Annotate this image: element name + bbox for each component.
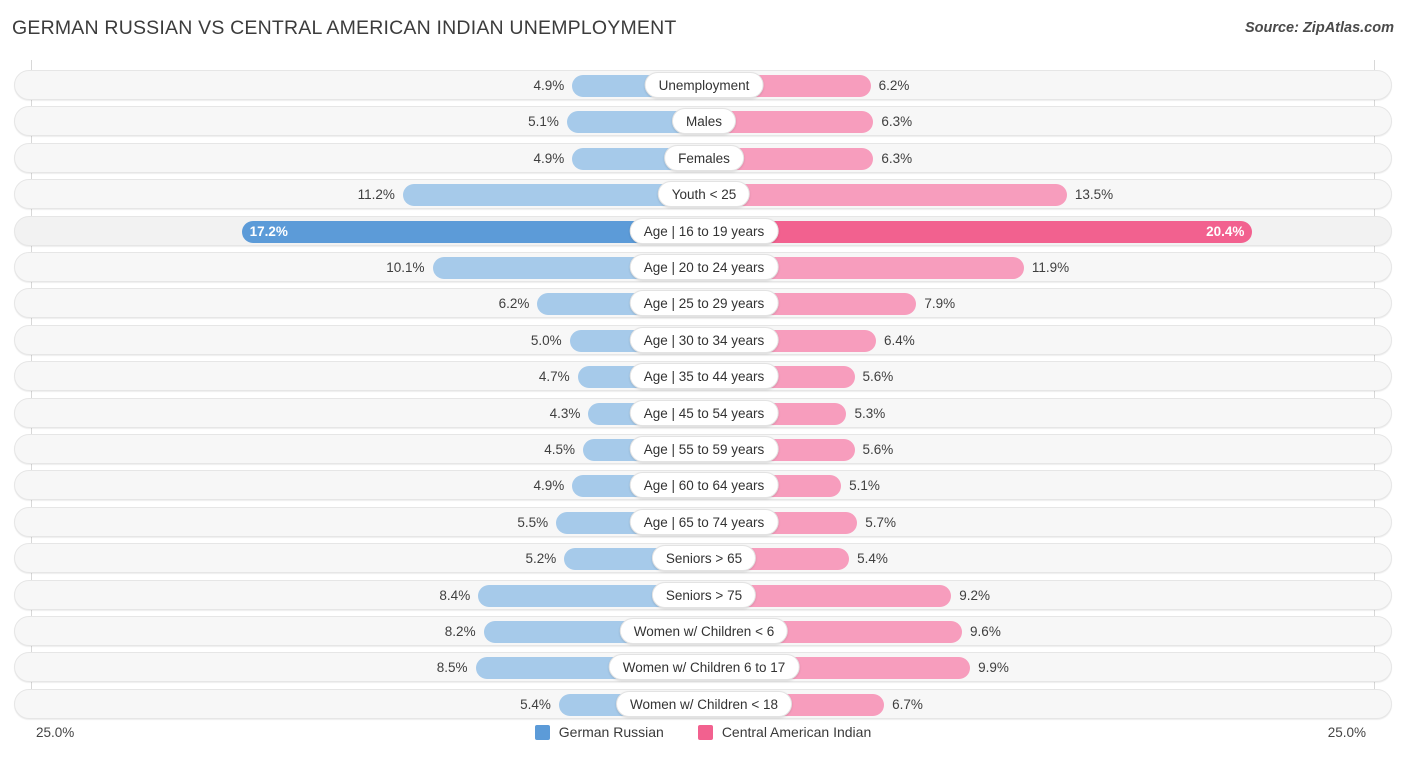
value-label-left: 5.0% [530,332,562,348]
table-row[interactable]: 4.5% 5.6% Age | 55 to 59 years [14,434,1392,464]
category-label-pill[interactable]: Age | 25 to 29 years [629,290,779,317]
table-row[interactable]: 5.0% 6.4% Age | 30 to 34 years [14,324,1392,355]
legend-item[interactable]: German Russian [534,724,664,740]
value-label-right: 6.3% [881,150,913,166]
category-label-pill[interactable]: Males [671,108,737,135]
value-label-right: 6.3% [881,114,913,130]
category-label-pill[interactable]: Unemployment [644,72,764,98]
category-label-pill[interactable]: Age | 60 to 64 years [629,472,779,499]
value-label-right: 5.6% [862,442,894,457]
legend-item[interactable]: Central American Indian [697,724,872,740]
value-label-right: 9.2% [959,587,991,603]
value-label-right: 6.4% [884,332,915,348]
legend-label: Central American Indian [721,724,872,740]
table-row[interactable]: 6.2% 7.9% Age | 25 to 29 years [14,288,1392,319]
category-label-pill[interactable]: Age | 55 to 59 years [629,436,779,462]
value-label-right: 5.6% [862,369,894,385]
bar-central-american-indian [704,184,1067,207]
value-label-left: 5.4% [520,696,551,712]
legend-label: German Russian [558,724,664,740]
category-label-pill[interactable]: Women w/ Children < 18 [616,690,792,717]
category-label-pill[interactable]: Age | 20 to 24 years [629,254,779,280]
category-label-pill[interactable]: Age | 65 to 74 years [629,508,779,535]
legend-swatch-icon [697,724,713,740]
value-label-right: 13.5% [1074,187,1114,203]
category-label-pill[interactable]: Women w/ Children < 6 [619,618,789,644]
value-label-left: 5.5% [517,514,549,530]
chart-footer: 25.0% 25.0% German Russian Central Americ… [0,718,1406,757]
value-label-left: 4.9% [533,478,565,494]
chart-legend: German Russian Central American Indian [0,724,1406,740]
category-label-pill[interactable]: Youth < 25 [657,181,751,208]
category-label-pill[interactable]: Seniors > 65 [651,545,757,572]
value-label-left: 4.7% [538,369,570,385]
value-label-left: 4.5% [544,442,576,457]
value-label-right: 20.4% [1206,223,1245,239]
value-label-left: 17.2% [249,223,288,239]
page-title: GERMAN RUSSIAN VS CENTRAL AMERICAN INDIA… [12,17,677,39]
category-label-pill[interactable]: Females [664,144,744,171]
table-row[interactable]: 8.5% 9.9% Women w/ Children 6 to 17 [14,652,1392,683]
table-row[interactable]: 5.4% 6.7% Women w/ Children < 18 [14,688,1392,719]
table-row[interactable]: 5.2% 5.4% Seniors > 65 [14,543,1392,574]
value-label-left: 8.5% [436,660,468,676]
table-row[interactable]: 5.1% 6.3% Males [14,106,1392,137]
table-row[interactable]: 17.2% 20.4% Age | 16 to 19 years [14,215,1392,246]
value-label-right: 9.9% [978,660,1009,676]
source-attribution: Source: ZipAtlas.com [1244,20,1394,36]
table-row[interactable]: 5.5% 5.7% Age | 65 to 74 years [14,506,1392,537]
table-row[interactable]: 11.2% 13.5% Youth < 25 [14,179,1392,210]
value-label-right: 11.9% [1031,260,1070,275]
table-row[interactable]: 4.9% 5.1% Age | 60 to 64 years [14,470,1392,501]
value-label-right: 5.4% [857,551,888,567]
value-label-right: 6.2% [878,78,910,93]
value-label-left: 4.9% [533,150,565,166]
value-label-right: 6.7% [892,696,923,712]
value-label-left: 4.9% [533,78,565,93]
value-label-left: 6.2% [498,296,530,312]
value-label-right: 5.3% [854,405,886,421]
value-label-left: 10.1% [386,260,425,275]
value-label-left: 5.2% [525,551,557,567]
value-label-right: 7.9% [924,296,956,312]
category-label-pill[interactable]: Age | 35 to 44 years [629,363,779,390]
table-row[interactable]: 10.1% 11.9% Age | 20 to 24 years [14,252,1392,282]
chart-header: GERMAN RUSSIAN VS CENTRAL AMERICAN INDIA… [0,0,1406,58]
table-row[interactable]: 4.9% 6.2% Unemployment [14,70,1392,100]
table-row[interactable]: 8.2% 9.6% Women w/ Children < 6 [14,616,1392,646]
legend-swatch-icon [534,724,550,740]
value-label-left: 4.3% [549,405,581,421]
table-row[interactable]: 4.7% 5.6% Age | 35 to 44 years [14,361,1392,392]
value-label-left: 8.4% [439,587,471,603]
category-label-pill[interactable]: Women w/ Children 6 to 17 [608,654,800,681]
bar-central-american-indian [704,220,1253,243]
category-label-pill[interactable]: Age | 30 to 34 years [629,326,779,353]
table-row[interactable]: 8.4% 9.2% Seniors > 75 [14,579,1392,610]
value-label-right: 5.7% [865,514,896,530]
value-label-left: 8.2% [444,624,476,639]
value-label-left: 5.1% [528,114,559,130]
table-row[interactable]: 4.3% 5.3% Age | 45 to 54 years [14,397,1392,428]
value-label-right: 5.1% [849,478,880,494]
category-label-pill[interactable]: Age | 45 to 54 years [629,399,779,426]
table-row[interactable]: 4.9% 6.3% Females [14,142,1392,173]
value-label-left: 11.2% [357,187,395,203]
category-label-pill[interactable]: Age | 16 to 19 years [629,217,779,244]
category-label-pill[interactable]: Seniors > 75 [651,581,757,608]
diverging-bar-chart: 4.9% 6.2% Unemployment 5.1% 6.3% Males 4.9% 6.3… [14,60,1392,719]
value-label-right: 9.6% [970,624,1001,639]
